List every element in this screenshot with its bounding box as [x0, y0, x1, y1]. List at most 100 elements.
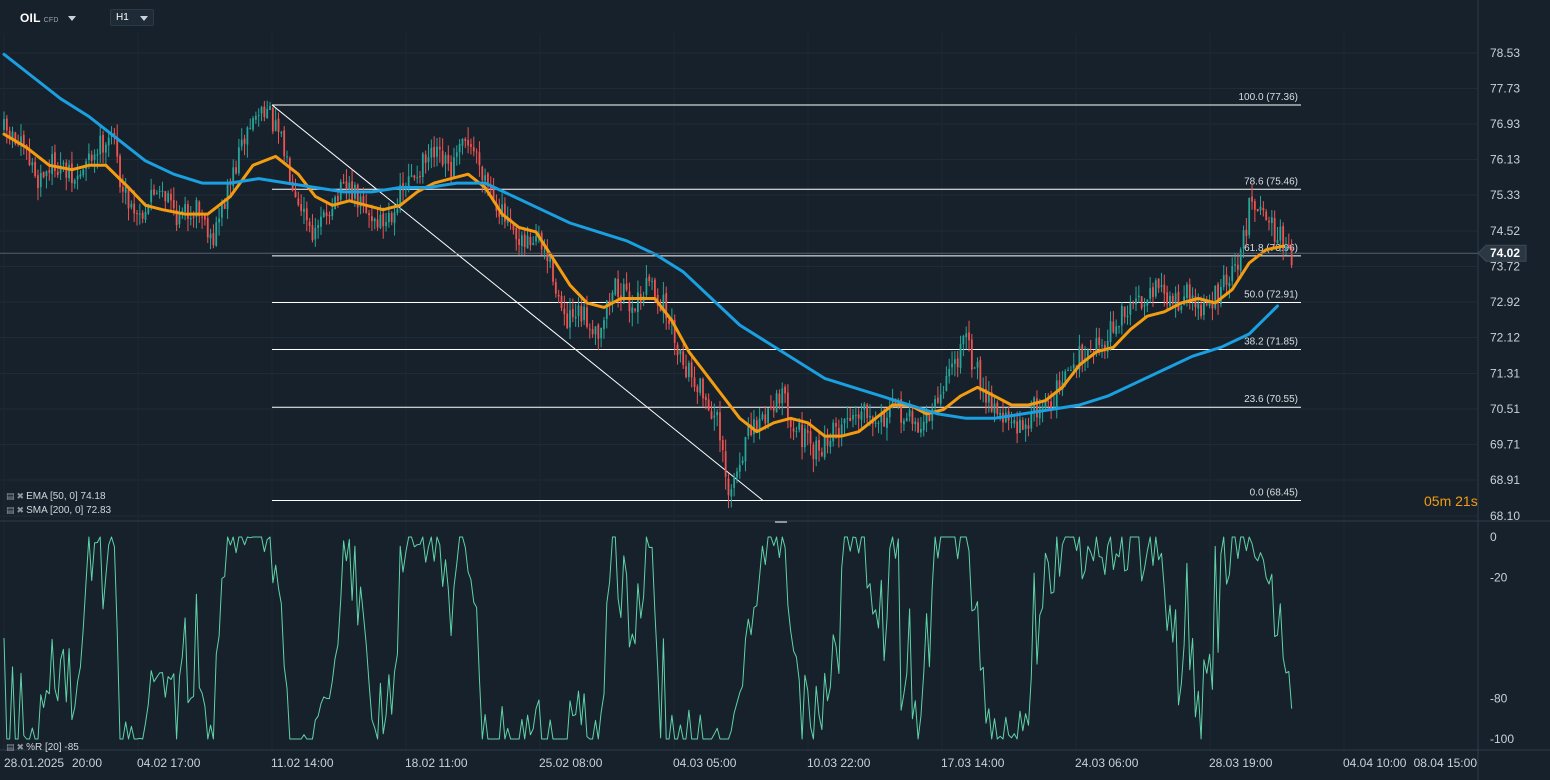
candle-body[interactable]: [62, 162, 65, 164]
candle-body[interactable]: [1228, 282, 1231, 287]
candle-body[interactable]: [778, 393, 781, 404]
timeframe-selector[interactable]: H1: [110, 9, 154, 26]
candle-body[interactable]: [1016, 421, 1019, 434]
candle-body[interactable]: [1055, 380, 1058, 409]
candle-body[interactable]: [676, 344, 679, 356]
candle-body[interactable]: [90, 154, 93, 161]
candle-body[interactable]: [1089, 351, 1092, 353]
candle-body[interactable]: [719, 412, 721, 441]
candle-body[interactable]: [741, 460, 744, 464]
candle-body[interactable]: [563, 308, 566, 315]
candle-body[interactable]: [475, 151, 478, 153]
candle-body[interactable]: [481, 166, 484, 181]
candle-body[interactable]: [467, 140, 470, 146]
candle-body[interactable]: [939, 394, 942, 404]
candle-body[interactable]: [1248, 197, 1251, 236]
candle-body[interactable]: [586, 307, 588, 327]
candle-body[interactable]: [1169, 295, 1171, 307]
candle-body[interactable]: [637, 292, 639, 313]
candle-body[interactable]: [523, 234, 526, 247]
candle-body[interactable]: [529, 236, 532, 246]
candle-body[interactable]: [654, 279, 656, 297]
candle-body[interactable]: [68, 164, 70, 179]
candle-body[interactable]: [215, 222, 218, 246]
candle-body[interactable]: [88, 153, 90, 161]
candle-body[interactable]: [170, 193, 172, 201]
candle-body[interactable]: [535, 236, 537, 242]
candle-body[interactable]: [127, 188, 130, 209]
candle-body[interactable]: [1070, 370, 1072, 372]
candle-body[interactable]: [753, 419, 755, 435]
candle-body[interactable]: [1225, 274, 1228, 285]
candle-body[interactable]: [438, 146, 441, 150]
candle-body[interactable]: [798, 422, 801, 430]
candle-body[interactable]: [22, 134, 25, 145]
candle-body[interactable]: [155, 192, 158, 195]
candle-body[interactable]: [345, 181, 348, 189]
candle-body[interactable]: [713, 415, 716, 418]
candle-body[interactable]: [764, 414, 767, 424]
candle-body[interactable]: [153, 189, 155, 195]
candle-body[interactable]: [441, 150, 444, 166]
candle-body[interactable]: [164, 191, 167, 202]
candle-body[interactable]: [413, 175, 416, 178]
candle-body[interactable]: [970, 339, 973, 370]
candle-body[interactable]: [201, 216, 203, 218]
candle-body[interactable]: [121, 186, 124, 192]
candle-body[interactable]: [1268, 220, 1270, 223]
candle-body[interactable]: [1166, 292, 1169, 305]
candle-body[interactable]: [3, 118, 5, 130]
candle-body[interactable]: [252, 118, 254, 130]
candle-body[interactable]: [1160, 285, 1163, 287]
candle-body[interactable]: [1245, 229, 1248, 237]
candle-body[interactable]: [464, 138, 467, 141]
candle-body[interactable]: [1050, 401, 1052, 408]
candle-body[interactable]: [631, 307, 634, 314]
candle-body[interactable]: [937, 397, 939, 403]
candle-body[interactable]: [221, 203, 223, 218]
candle-body[interactable]: [515, 228, 518, 240]
candle-body[interactable]: [297, 198, 300, 205]
candle-body[interactable]: [286, 156, 288, 158]
candle-body[interactable]: [1129, 303, 1132, 315]
candle-body[interactable]: [204, 215, 206, 220]
candle-body[interactable]: [569, 310, 571, 328]
candle-body[interactable]: [1205, 303, 1208, 305]
candle-body[interactable]: [1234, 264, 1236, 266]
candle-body[interactable]: [396, 208, 399, 213]
candle-body[interactable]: [189, 218, 192, 220]
candle-body[interactable]: [518, 239, 520, 245]
candle-body[interactable]: [368, 213, 370, 216]
candle-body[interactable]: [246, 127, 249, 145]
candle-body[interactable]: [812, 444, 815, 460]
candle-body[interactable]: [580, 305, 583, 322]
candle-body[interactable]: [815, 440, 818, 460]
candle-body[interactable]: [903, 420, 905, 425]
candle-body[interactable]: [959, 343, 962, 368]
candle-body[interactable]: [226, 182, 229, 210]
candle-body[interactable]: [803, 428, 806, 448]
candle-body[interactable]: [520, 235, 523, 247]
candle-body[interactable]: [1027, 425, 1030, 429]
candle-body[interactable]: [416, 177, 419, 179]
candle-body[interactable]: [948, 368, 951, 377]
candle-body[interactable]: [325, 212, 328, 217]
candle-body[interactable]: [730, 489, 733, 497]
candle-body[interactable]: [407, 176, 410, 188]
candle-body[interactable]: [1276, 240, 1279, 244]
candle-body[interactable]: [277, 118, 280, 132]
candle-body[interactable]: [130, 203, 133, 208]
candle-body[interactable]: [625, 283, 628, 290]
candle-body[interactable]: [761, 414, 764, 420]
candle-body[interactable]: [781, 388, 784, 404]
legend-wr[interactable]: ▤ ✖ %R [20] -85: [6, 741, 79, 753]
candle-body[interactable]: [1253, 201, 1256, 210]
candle-body[interactable]: [605, 300, 608, 319]
candle-body[interactable]: [218, 218, 220, 223]
candle-body[interactable]: [702, 378, 704, 399]
candle-body[interactable]: [1149, 288, 1152, 299]
candle-body[interactable]: [1132, 302, 1135, 304]
candle-body[interactable]: [161, 190, 164, 192]
candle-body[interactable]: [305, 208, 308, 221]
candle-body[interactable]: [849, 417, 852, 421]
